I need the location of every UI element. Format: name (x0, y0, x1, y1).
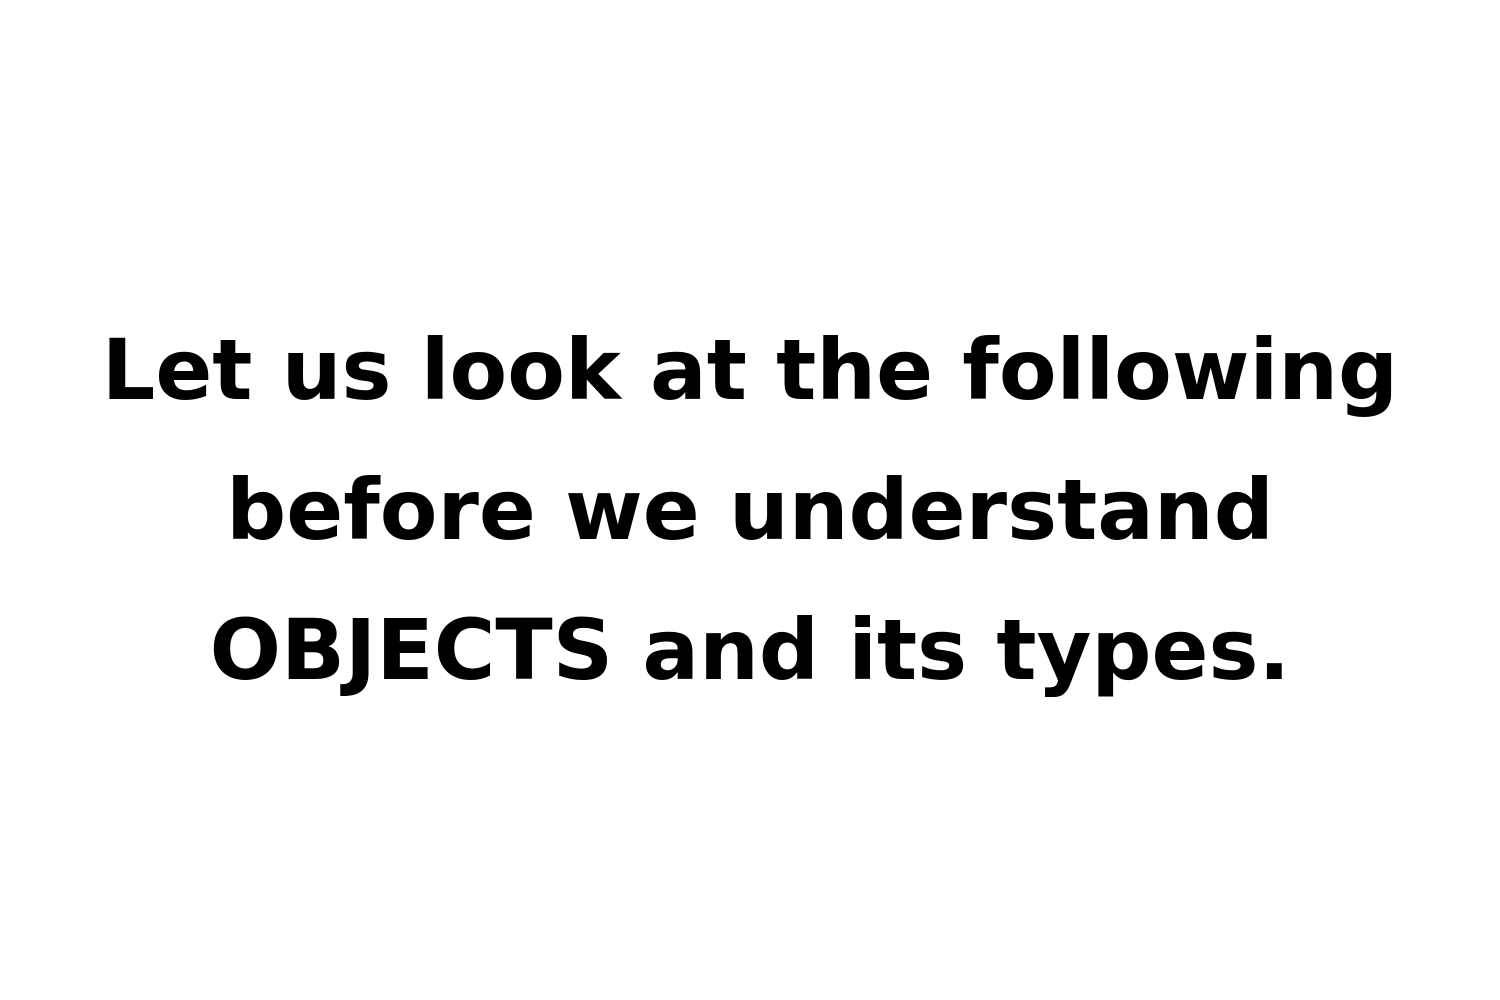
slide-text-line-3: OBJECTS and its types. (209, 601, 1291, 699)
slide-text: Let us look at the following before we u… (0, 300, 1500, 720)
slide-text-line-1: Let us look at the following (101, 321, 1399, 419)
slide: Let us look at the following before we u… (0, 0, 1500, 1000)
slide-text-line-2: before we understand (226, 461, 1274, 559)
